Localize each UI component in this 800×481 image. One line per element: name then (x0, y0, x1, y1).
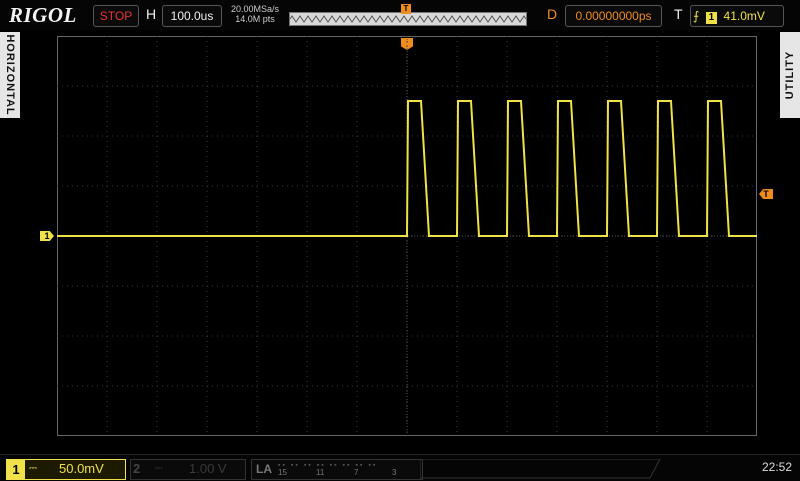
la-group-label: 3 (392, 468, 397, 477)
la-group-label: 11 (316, 468, 325, 477)
bottom-channel-bar: 1 ⎓ 50.0mV 2 ⎓ 1.00 V LA ▪▪ ▪▪ ▪▪ ▪▪ ▪▪ … (0, 454, 800, 481)
ch1-number: 1 (7, 460, 25, 479)
ch1-offset-marker[interactable]: 1 (40, 231, 54, 241)
system-clock: 22:52 (762, 460, 793, 474)
trigger-settings[interactable]: ⨍ 1 41.0mV (690, 5, 784, 27)
dc-coupling-icon: ⎓ (29, 463, 37, 474)
la-channel-groups: 15 11 7 3 (278, 460, 418, 479)
ch1-settings[interactable]: 1 ⎓ 50.0mV (6, 459, 126, 480)
status-panel-frame (420, 459, 661, 479)
top-status-bar: RIGOL STOP H 100.0us 20.00MSa/s 14.0M pt… (0, 0, 800, 30)
delay-value[interactable]: 0.00000000ps (565, 5, 662, 27)
brand-logo: RIGOL (9, 3, 77, 27)
memory-depth: 14.0M pts (235, 14, 275, 24)
utility-tab-label: UTILITY (784, 50, 796, 100)
trigger-level-value: 41.0mV (723, 9, 765, 23)
horizontal-tab-label: HORIZONTAL (4, 34, 16, 116)
waveform-display[interactable] (57, 36, 757, 436)
ch1-scale: 50.0mV (59, 461, 104, 476)
la-group-label: 7 (354, 468, 359, 477)
la-group-label: 15 (278, 468, 287, 477)
memory-waveform-icon (290, 15, 526, 23)
timebase-value[interactable]: 100.0us (162, 5, 222, 27)
run-stop-status[interactable]: STOP (93, 5, 139, 27)
sample-rate: 20.00MSa/s (230, 4, 280, 14)
memory-overview-bar[interactable] (289, 12, 527, 26)
ch1-waveform-trace (57, 100, 757, 237)
ch2-number: 2 (133, 461, 141, 476)
logic-analyzer-settings[interactable]: LA ▪▪ ▪▪ ▪▪ ▪▪ ▪▪ ▪▪ ▪▪ ▪▪ 15 11 7 3 (251, 459, 423, 480)
rising-edge-icon: ⨍ (693, 9, 700, 23)
delay-label: D (547, 6, 558, 22)
trigger-label: T (674, 6, 683, 22)
dc-coupling-icon: ⎓ (155, 463, 163, 474)
utility-menu-tab[interactable]: UTILITY (780, 32, 800, 118)
trigger-level-marker[interactable]: T (759, 189, 773, 199)
ch2-scale: 1.00 V (189, 461, 227, 476)
ch2-settings[interactable]: 2 ⎓ 1.00 V (130, 459, 246, 480)
la-label: LA (256, 462, 272, 476)
trigger-source-badge: 1 (705, 12, 718, 24)
trigger-position-icon: T (401, 4, 411, 14)
horizontal-label: H (146, 6, 157, 22)
acquisition-info: 20.00MSa/s 14.0M pts (230, 4, 280, 24)
horizontal-menu-tab[interactable]: HORIZONTAL (0, 32, 20, 118)
